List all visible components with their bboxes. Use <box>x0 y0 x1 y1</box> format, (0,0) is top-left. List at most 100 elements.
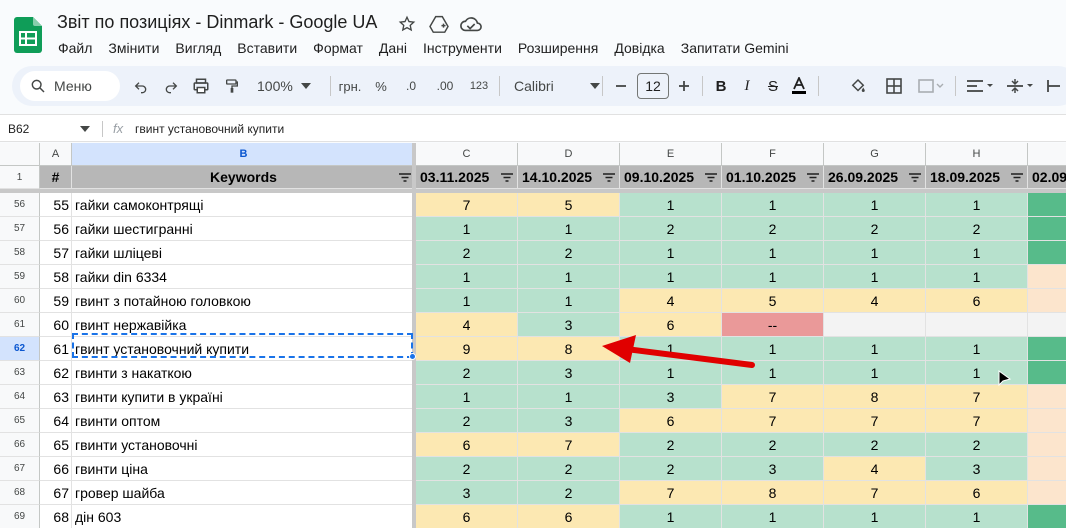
column-header-g[interactable]: G <box>824 143 926 166</box>
italic-icon[interactable]: I <box>735 66 759 106</box>
menu-extensions[interactable]: Розширення <box>510 38 606 58</box>
document-title[interactable]: Звіт по позиціях - Dinmark - Google UA <box>57 12 377 33</box>
position-cell[interactable]: 1 <box>824 505 926 528</box>
row-header-65[interactable]: 65 <box>0 409 40 433</box>
row-number-cell[interactable]: 67 <box>40 481 72 505</box>
position-cell[interactable]: 2 <box>824 433 926 457</box>
row-number-cell[interactable]: 60 <box>40 313 72 337</box>
filter-icon[interactable] <box>705 173 717 182</box>
position-cell-partial[interactable] <box>1028 505 1066 528</box>
menu-view[interactable]: Вигляд <box>167 38 229 58</box>
position-cell-partial[interactable] <box>1028 265 1066 289</box>
strikethrough-icon[interactable]: S <box>761 66 785 106</box>
position-cell[interactable]: 7 <box>926 385 1028 409</box>
position-cell[interactable]: 2 <box>722 433 824 457</box>
position-cell[interactable]: 1 <box>416 265 518 289</box>
position-cell[interactable]: 5 <box>722 289 824 313</box>
star-icon[interactable] <box>396 13 418 35</box>
row-number-cell[interactable]: 61 <box>40 337 72 361</box>
keyword-cell[interactable]: гайки шестигранні <box>72 217 416 241</box>
position-cell[interactable]: 3 <box>416 481 518 505</box>
keyword-cell[interactable]: дін 603 <box>72 505 416 528</box>
row-header-56[interactable]: 56 <box>0 193 40 217</box>
formula-input[interactable]: гвинт установочний купити <box>135 115 284 143</box>
position-cell[interactable]: 1 <box>416 217 518 241</box>
position-cell[interactable]: 1 <box>824 241 926 265</box>
column-header-h[interactable]: H <box>926 143 1028 166</box>
header-date-cell[interactable]: 26.09.2025 <box>824 166 926 189</box>
position-cell[interactable]: 4 <box>824 457 926 481</box>
position-cell[interactable]: 7 <box>926 409 1028 433</box>
column-header-f[interactable]: F <box>722 143 824 166</box>
position-cell[interactable]: 2 <box>416 361 518 385</box>
position-cell[interactable]: 4 <box>620 289 722 313</box>
position-cell[interactable] <box>926 313 1028 337</box>
position-cell[interactable]: 3 <box>926 457 1028 481</box>
position-cell[interactable]: 7 <box>824 481 926 505</box>
position-cell[interactable]: 9 <box>416 337 518 361</box>
position-cell[interactable]: 1 <box>926 361 1028 385</box>
keyword-cell[interactable]: гайки шліцеві <box>72 241 416 265</box>
row-header-60[interactable]: 60 <box>0 289 40 313</box>
move-to-drive-icon[interactable] <box>428 13 450 35</box>
row-header-64[interactable]: 64 <box>0 385 40 409</box>
position-cell[interactable]: 2 <box>722 217 824 241</box>
position-cell[interactable]: 6 <box>926 481 1028 505</box>
text-color-icon[interactable] <box>787 66 811 106</box>
print-icon[interactable] <box>188 66 214 106</box>
keyword-cell[interactable]: гвинти оптом <box>72 409 416 433</box>
bold-icon[interactable]: B <box>709 66 733 106</box>
position-cell[interactable]: 2 <box>620 457 722 481</box>
currency-format-button[interactable]: грн. <box>335 66 365 106</box>
row-header-1[interactable]: 1 <box>0 166 40 189</box>
position-cell[interactable]: 6 <box>416 505 518 528</box>
column-header-partial[interactable] <box>1028 143 1066 166</box>
menu-format[interactable]: Формат <box>305 38 371 58</box>
position-cell[interactable]: 7 <box>518 433 620 457</box>
position-cell[interactable]: 2 <box>416 457 518 481</box>
keyword-cell[interactable]: гровер шайба <box>72 481 416 505</box>
row-header-68[interactable]: 68 <box>0 481 40 505</box>
header-date-cell[interactable]: 02.09 <box>1028 166 1066 189</box>
row-number-cell[interactable]: 55 <box>40 193 72 217</box>
position-cell[interactable]: 4 <box>824 289 926 313</box>
header-date-cell[interactable]: 09.10.2025 <box>620 166 722 189</box>
position-cell[interactable]: 1 <box>824 337 926 361</box>
position-cell[interactable]: 1 <box>620 241 722 265</box>
filter-icon[interactable] <box>501 173 513 182</box>
position-cell[interactable]: 1 <box>722 241 824 265</box>
frozen-column-divider[interactable] <box>412 143 416 528</box>
position-cell[interactable]: 2 <box>518 457 620 481</box>
position-cell-partial[interactable] <box>1028 361 1066 385</box>
horizontal-align-icon[interactable] <box>962 66 998 106</box>
row-number-cell[interactable]: 64 <box>40 409 72 433</box>
position-cell[interactable]: 1 <box>824 361 926 385</box>
position-cell[interactable]: 8 <box>722 481 824 505</box>
position-cell[interactable]: 8 <box>824 385 926 409</box>
header-date-cell[interactable]: 14.10.2025 <box>518 166 620 189</box>
paint-format-icon[interactable] <box>219 66 245 106</box>
row-number-cell[interactable]: 59 <box>40 289 72 313</box>
position-cell[interactable]: 1 <box>416 385 518 409</box>
header-number-cell[interactable]: # <box>40 166 72 189</box>
column-header-c[interactable]: C <box>416 143 518 166</box>
position-cell[interactable]: 1 <box>926 265 1028 289</box>
position-cell[interactable]: 3 <box>722 457 824 481</box>
vertical-align-icon[interactable] <box>1002 66 1038 106</box>
position-cell[interactable]: 7 <box>416 193 518 217</box>
position-cell-partial[interactable] <box>1028 289 1066 313</box>
merge-cells-icon[interactable] <box>912 66 950 106</box>
font-size-increase-icon[interactable] <box>673 66 695 106</box>
position-cell[interactable]: 2 <box>926 433 1028 457</box>
filter-icon[interactable] <box>603 173 615 182</box>
position-cell[interactable]: 2 <box>518 241 620 265</box>
column-header-a[interactable]: A <box>40 143 72 166</box>
row-number-cell[interactable]: 56 <box>40 217 72 241</box>
position-cell[interactable]: 1 <box>926 505 1028 528</box>
position-cell-partial[interactable] <box>1028 217 1066 241</box>
position-cell[interactable]: 1 <box>518 385 620 409</box>
filter-icon[interactable] <box>807 173 819 182</box>
keyword-cell[interactable]: гвинти установочні <box>72 433 416 457</box>
keyword-cell[interactable]: гвинти ціна <box>72 457 416 481</box>
name-box[interactable]: B62 <box>8 115 29 143</box>
